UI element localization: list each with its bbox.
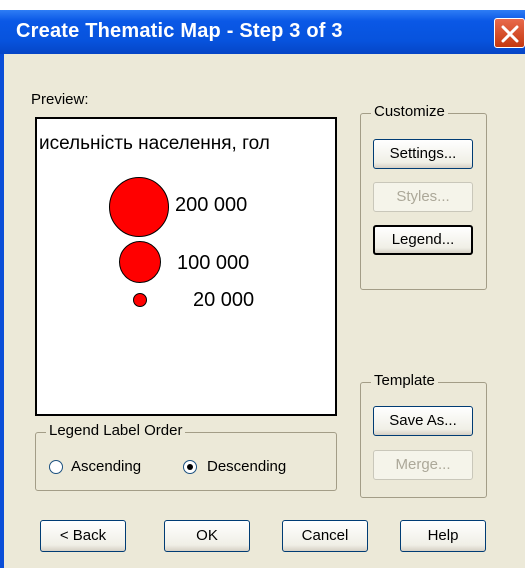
styles-button[interactable]: Styles... [373, 182, 473, 212]
legend-circle-medium [119, 241, 161, 283]
thematic-map-dialog: Create Thematic Map - Step 3 of 3 Previe… [0, 10, 525, 568]
preview-label: Preview: [31, 91, 89, 108]
legend-order-title: Legend Label Order [46, 422, 186, 439]
dialog-body: Preview: исельність населення, гол 200 0… [4, 54, 525, 568]
title-bar: Create Thematic Map - Step 3 of 3 [0, 10, 525, 54]
dialog-title: Create Thematic Map - Step 3 of 3 [16, 20, 343, 42]
help-button[interactable]: Help [400, 520, 486, 552]
legend-value-1: 200 000 [175, 194, 248, 216]
merge-button[interactable]: Merge... [373, 450, 473, 480]
legend-circle-small [133, 293, 147, 307]
template-group: Template [360, 372, 487, 498]
settings-button[interactable]: Settings... [373, 139, 473, 169]
ok-button[interactable]: OK [164, 520, 250, 552]
descending-radio[interactable] [183, 460, 197, 474]
close-button[interactable] [494, 18, 525, 48]
ascending-label[interactable]: Ascending [71, 458, 141, 475]
legend-button[interactable]: Legend... [373, 225, 473, 255]
radio-selected-dot [187, 464, 193, 470]
legend-circle-large [109, 177, 169, 237]
legend-value-3: 20 000 [193, 289, 255, 311]
legend-value-2: 100 000 [177, 252, 250, 274]
legend-title: исельність населення, гол [39, 133, 270, 154]
cancel-button[interactable]: Cancel [282, 520, 368, 552]
template-group-title: Template [371, 372, 438, 389]
close-icon [501, 25, 519, 43]
back-button[interactable]: < Back [40, 520, 126, 552]
ascending-radio[interactable] [49, 460, 63, 474]
save-as-button[interactable]: Save As... [373, 406, 473, 436]
customize-group-title: Customize [371, 103, 448, 120]
preview-panel: исельність населення, гол 200 000 100 00… [35, 117, 337, 416]
descending-label[interactable]: Descending [207, 458, 286, 475]
